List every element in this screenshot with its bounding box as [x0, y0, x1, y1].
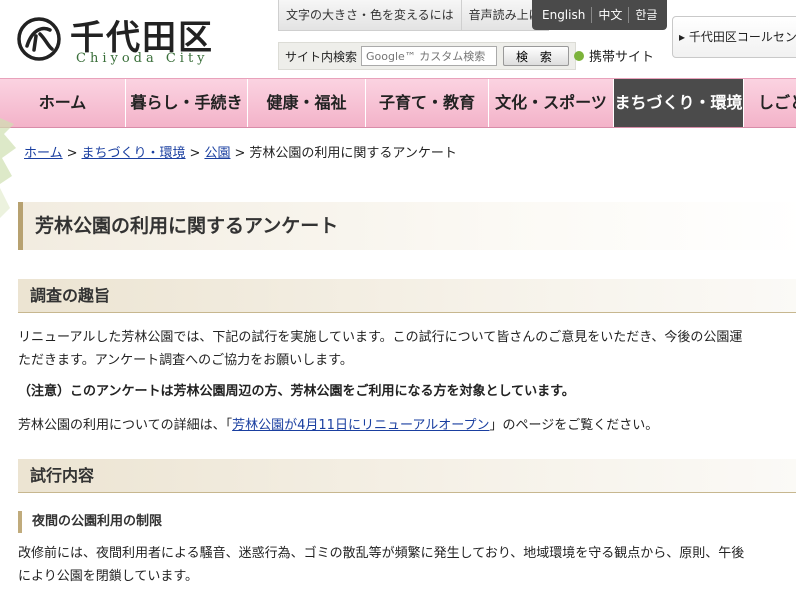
nav-childcare[interactable]: 子育て・教育: [366, 79, 489, 127]
night-use-paragraph: 改修前には、夜間利用者による騒音、迷惑行為、ゴミの散乱等が頻繁に発生しており、地…: [18, 546, 745, 584]
site-logo-english[interactable]: Chiyoda City: [76, 51, 209, 66]
mobile-site-link[interactable]: 携帯サイト: [574, 46, 654, 65]
renewal-page-link[interactable]: 芳林公園が4月11日にリニューアルオープン: [232, 418, 489, 433]
nav-town-environment[interactable]: まちづくり・環境: [614, 79, 744, 127]
detail-paragraph: 芳林公園の利用についての詳細は、「芳林公園が4月11日にリニューアルオープン」の…: [18, 418, 659, 433]
breadcrumb-town-link[interactable]: まちづくり・環境: [82, 146, 186, 161]
section-heading-trial: 試行内容: [18, 459, 796, 493]
language-bar: English 中文 한글: [532, 0, 668, 30]
lang-english-link[interactable]: English: [536, 7, 593, 23]
page-title: 芳林公園の利用に関するアンケート: [18, 202, 796, 250]
breadcrumb-park-link[interactable]: 公園: [204, 146, 230, 161]
subheading-night-use: 夜間の公園利用の制限: [18, 511, 796, 533]
global-nav: ホーム 暮らし・手続き 健康・福祉 子育て・教育 文化・スポーツ まちづくり・環…: [0, 78, 796, 128]
site-header: 千代田区 Chiyoda City 文字の大きさ・色を変えるには 音声読み上げ …: [0, 0, 796, 78]
mobile-site-label: 携帯サイト: [589, 50, 655, 65]
palm-decoration: [0, 118, 16, 218]
breadcrumb: ホーム > まちづくり・環境 > 公園 > 芳林公園の利用に関するアンケート: [24, 146, 457, 161]
site-search: サイト内検索 検 索: [278, 42, 576, 70]
breadcrumb-current: 芳林公園の利用に関するアンケート: [249, 146, 457, 161]
search-input[interactable]: [361, 46, 498, 66]
search-label: サイト内検索: [285, 49, 358, 64]
lang-korean-link[interactable]: 한글: [629, 7, 663, 23]
notice-text: （注意）このアンケートは芳林公園周辺の方、芳林公園をご利用になる方を対象としてい…: [18, 384, 575, 399]
chiyoda-logo-icon[interactable]: [16, 16, 62, 62]
purpose-paragraph: リニューアルした芳林公園では、下記の試行を実施しています。この試行について皆さん…: [18, 330, 743, 368]
breadcrumb-home-link[interactable]: ホーム: [24, 146, 63, 161]
nav-culture[interactable]: 文化・スポーツ: [489, 79, 614, 127]
section-heading-purpose: 調査の趣旨: [18, 279, 796, 313]
lang-chinese-link[interactable]: 中文: [592, 7, 630, 23]
call-center-button[interactable]: ▸ 千代田区コールセンター: [672, 16, 796, 58]
search-button[interactable]: 検 索: [503, 46, 569, 66]
nav-living[interactable]: 暮らし・手続き: [126, 79, 248, 127]
nav-health[interactable]: 健康・福祉: [248, 79, 366, 127]
bullet-icon: [574, 50, 584, 61]
nav-work[interactable]: しごと: [744, 79, 796, 127]
utility-bar: 文字の大きさ・色を変えるには 音声読み上げ: [278, 0, 549, 31]
font-color-settings-link[interactable]: 文字の大きさ・色を変えるには: [279, 0, 462, 30]
